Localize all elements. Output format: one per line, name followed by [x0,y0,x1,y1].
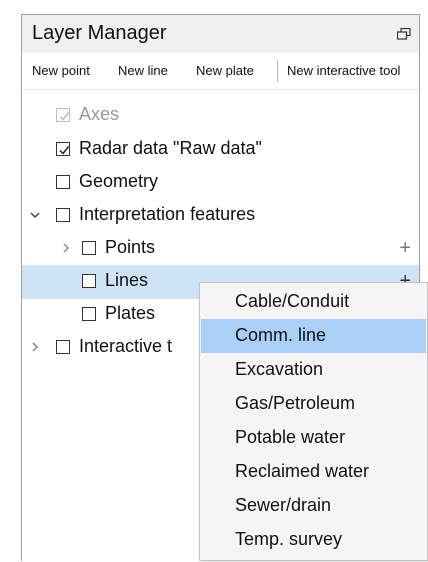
new-interactive-tool-button[interactable]: New interactive tool [287,63,400,78]
tree-item-interpretation-features[interactable]: Interpretation features [22,199,419,233]
interpretation-features-checkbox[interactable] [56,208,70,222]
axes-checkbox[interactable] [56,108,70,122]
checkmark-icon [59,112,70,121]
menu-item-label: Temp. survey [235,529,343,549]
geometry-checkbox[interactable] [56,175,70,189]
restore-window-icon[interactable] [397,28,411,40]
tree-item-geometry[interactable]: Geometry [22,166,419,200]
menu-item-temp-survey[interactable]: Temp. survey [201,523,426,557]
menu-item-label: Sewer/drain [235,495,332,515]
menu-item-sewer-drain[interactable]: Sewer/drain [201,489,426,523]
chevron-right-icon[interactable] [28,340,42,354]
toolbar: New point New line New plate New interac… [22,53,419,90]
tree-item-label: Lines [105,270,149,290]
checkmark-icon [59,146,70,155]
points-checkbox[interactable] [82,241,96,255]
menu-item-comm-line[interactable]: Comm. line [201,319,426,353]
new-point-button[interactable]: New point [32,63,90,78]
tree-item-label: Axes [79,104,120,124]
menu-item-label: Gas/Petroleum [235,393,356,413]
tree-item-radar-data[interactable]: Radar data "Raw data" [22,133,419,167]
menu-item-label: Comm. line [235,325,327,345]
plates-checkbox[interactable] [82,307,96,321]
panel-title: Layer Manager [32,22,167,44]
tree-item-label: Geometry [79,171,159,191]
menu-item-reclaimed-water[interactable]: Reclaimed water [201,455,426,489]
tree-item-axes[interactable]: Axes [22,99,419,133]
menu-item-gas-petroleum[interactable]: Gas/Petroleum [201,387,426,421]
panel-title-bar: Layer Manager [22,15,419,53]
radar-data-checkbox[interactable] [56,142,70,156]
tree-item-label: Points [105,237,156,257]
menu-item-label: Excavation [235,359,324,379]
tree-item-label: Plates [105,303,156,323]
menu-item-excavation[interactable]: Excavation [201,353,426,387]
add-point-button[interactable]: + [399,238,411,258]
chevron-right-icon[interactable] [59,241,73,255]
lines-checkbox[interactable] [82,274,96,288]
line-type-context-menu: Cable/Conduit Comm. line Excavation Gas/… [199,282,428,561]
interactive-tools-checkbox[interactable] [56,340,70,354]
menu-item-label: Reclaimed water [235,461,370,481]
tree-item-label: Interactive t [79,336,173,356]
tree-item-points[interactable]: Points + [22,232,419,266]
new-plate-button[interactable]: New plate [196,63,254,78]
menu-item-cable-conduit[interactable]: Cable/Conduit [201,285,426,319]
new-line-button[interactable]: New line [118,63,168,78]
menu-item-label: Potable water [235,427,346,447]
menu-item-label: Cable/Conduit [235,291,350,311]
tree-item-label: Radar data "Raw data" [79,138,262,158]
toolbar-separator [277,60,278,82]
chevron-down-icon[interactable] [28,208,42,222]
menu-item-potable-water[interactable]: Potable water [201,421,426,455]
tree-item-label: Interpretation features [79,204,256,224]
